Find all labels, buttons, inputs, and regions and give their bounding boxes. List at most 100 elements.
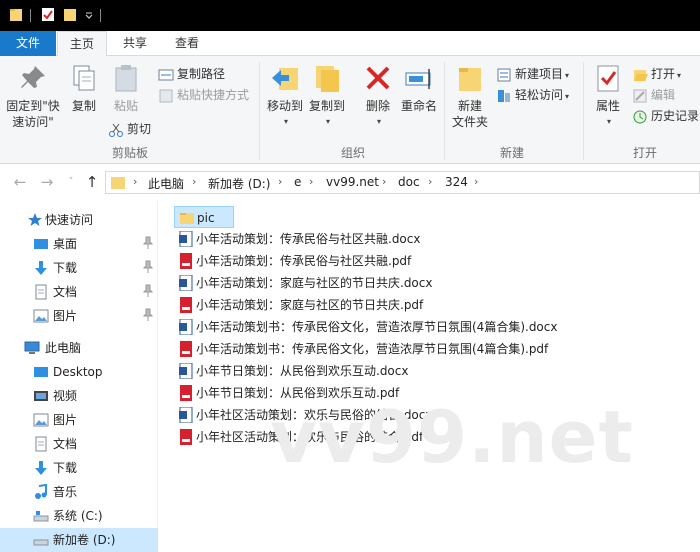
properties-button[interactable]: 属性 ▾ bbox=[588, 62, 628, 130]
back-arrow-icon[interactable]: ← bbox=[12, 174, 28, 190]
sidebar-item-drive-c[interactable]: 系统 (C:) bbox=[0, 504, 158, 528]
paste-shortcut-icon bbox=[159, 89, 173, 102]
sidebar-label: 下载 bbox=[53, 261, 78, 275]
sidebar-item-pc-downloads[interactable]: 下载 bbox=[0, 456, 158, 480]
file-name: 小年节日策划：从民俗到欢乐互动.pdf bbox=[196, 386, 400, 400]
list-item[interactable]: pic bbox=[174, 206, 234, 228]
file-name: 小年活动策划：传承民俗与社区共融.pdf bbox=[196, 254, 412, 268]
sidebar-item-downloads[interactable]: 下载 bbox=[0, 256, 158, 280]
pin-icon[interactable] bbox=[143, 236, 153, 250]
new-folder-button[interactable]: 新建 文件夹 bbox=[448, 62, 492, 130]
sidebar-label: 文档 bbox=[53, 285, 78, 299]
file-name: 小年活动策划：传承民俗与社区共融.docx bbox=[196, 232, 421, 246]
pin-icon[interactable] bbox=[143, 284, 153, 298]
breadcrumb-324[interactable]: 324 bbox=[445, 175, 468, 189]
breadcrumb-separator[interactable]: › bbox=[192, 175, 196, 188]
address-bar[interactable]: › 此电脑 › 新加卷 (D:) › e › vv99.net › doc › … bbox=[105, 171, 700, 194]
tab-view[interactable]: 查看 bbox=[162, 31, 212, 56]
history-button[interactable]: 历史记录 bbox=[632, 106, 699, 126]
paste-icon bbox=[115, 65, 137, 92]
open-button[interactable]: 打开 ▾ bbox=[632, 64, 681, 84]
file-name: pic bbox=[197, 211, 215, 225]
tab-file[interactable]: 文件 bbox=[0, 31, 56, 56]
sidebar-label: 快速访问 bbox=[45, 213, 94, 227]
edit-button[interactable]: 编辑 bbox=[632, 85, 675, 105]
sidebar-item-pc-desktop[interactable]: Desktop bbox=[0, 360, 158, 384]
breadcrumb-separator[interactable]: › bbox=[133, 175, 137, 188]
breadcrumb-separator[interactable]: › bbox=[382, 175, 386, 188]
sidebar-item-pc-pictures[interactable]: 图片 bbox=[0, 408, 158, 432]
breadcrumb-doc[interactable]: doc bbox=[398, 175, 420, 189]
breadcrumb-separator[interactable]: › bbox=[428, 175, 432, 188]
drive-icon bbox=[33, 539, 49, 546]
breadcrumb-drive-d[interactable]: 新加卷 (D:) bbox=[208, 175, 270, 192]
pin-icon[interactable] bbox=[143, 308, 153, 322]
sidebar-label: 下载 bbox=[53, 461, 78, 475]
move-to-button[interactable]: 移动到 ▾ bbox=[264, 62, 306, 130]
copy-path-button[interactable]: 复制路径 bbox=[158, 64, 225, 84]
edit-icon bbox=[633, 89, 647, 102]
copy-button[interactable]: 复制 bbox=[66, 62, 102, 114]
easy-access-button[interactable]: 轻松访问 ▾ bbox=[496, 85, 569, 105]
sidebar-item-documents[interactable]: 文档 bbox=[0, 280, 158, 304]
sidebar-item-music[interactable]: 音乐 bbox=[0, 480, 158, 504]
chevron-down-icon: ▾ bbox=[606, 117, 611, 126]
chevron-down-icon[interactable] bbox=[84, 7, 94, 22]
chevron-down-icon: ▾ bbox=[325, 117, 330, 126]
group-divider bbox=[259, 62, 260, 160]
folder-icon[interactable] bbox=[9, 7, 23, 22]
pin-label-line1: 固定到"快 bbox=[6, 99, 60, 113]
breadcrumb-separator[interactable]: › bbox=[278, 175, 282, 188]
pdf-icon bbox=[180, 429, 192, 445]
sidebar-item-this-pc[interactable]: 此电脑 bbox=[0, 336, 158, 360]
open-label: 打开 bbox=[651, 67, 676, 81]
group-divider bbox=[444, 62, 445, 160]
edit-label: 编辑 bbox=[651, 88, 676, 102]
properties-icon[interactable] bbox=[41, 7, 55, 22]
pin-icon bbox=[21, 66, 45, 88]
organize-group-label: 组织 bbox=[340, 146, 365, 160]
pin-quick-access-button[interactable]: 固定到"快 速访问" bbox=[5, 62, 61, 130]
sidebar-label: 新加卷 (D:) bbox=[53, 533, 116, 547]
rename-button[interactable]: 重命名 bbox=[398, 62, 440, 114]
new-item-button[interactable]: 新建项目 ▾ bbox=[496, 64, 569, 84]
delete-icon bbox=[366, 66, 390, 90]
sidebar-item-pc-documents[interactable]: 文档 bbox=[0, 432, 158, 456]
tab-home[interactable]: 主页 bbox=[57, 31, 107, 57]
file-name: 小年活动策划：家庭与社区的节日共庆.docx bbox=[196, 276, 433, 290]
sidebar-item-pictures[interactable]: 图片 bbox=[0, 304, 158, 328]
breadcrumb-separator[interactable]: › bbox=[474, 175, 478, 188]
computer-icon bbox=[24, 341, 40, 354]
sidebar-item-quick-access[interactable]: 快速访问 bbox=[0, 208, 158, 232]
picture-icon bbox=[33, 413, 49, 427]
word-document-icon bbox=[179, 275, 193, 291]
paste-shortcut-button[interactable]: 粘贴快捷方式 bbox=[158, 85, 249, 105]
delete-button[interactable]: 删除 ▾ bbox=[360, 62, 396, 130]
sidebar-label: 图片 bbox=[53, 413, 78, 427]
sidebar-item-videos[interactable]: 视频 bbox=[0, 384, 158, 408]
breadcrumb-vv99[interactable]: vv99.net bbox=[326, 175, 379, 189]
rename-label: 重命名 bbox=[400, 99, 437, 113]
tab-share[interactable]: 共享 bbox=[110, 31, 160, 56]
cut-label: 剪切 bbox=[127, 122, 152, 136]
paste-button[interactable]: 粘贴 bbox=[106, 62, 146, 114]
breadcrumb-this-pc[interactable]: 此电脑 bbox=[148, 175, 184, 192]
forward-arrow-icon[interactable]: → bbox=[39, 174, 55, 190]
easy-access-icon bbox=[498, 89, 510, 102]
new-folder-icon[interactable] bbox=[63, 7, 77, 22]
chevron-down-icon: ▾ bbox=[565, 71, 570, 80]
new-item-label: 新建项目 bbox=[515, 67, 564, 81]
recent-locations-icon[interactable]: ˅ bbox=[63, 174, 79, 190]
pin-icon[interactable] bbox=[143, 260, 153, 274]
ribbon-tabs: 文件 主页 共享 查看 bbox=[0, 31, 700, 57]
up-arrow-icon[interactable]: ↑ bbox=[84, 174, 100, 190]
breadcrumb-e[interactable]: e bbox=[294, 175, 301, 189]
sidebar-label: 此电脑 bbox=[45, 341, 82, 355]
word-document-icon bbox=[179, 363, 193, 379]
copy-to-button[interactable]: 复制到 ▾ bbox=[306, 62, 348, 130]
sidebar-item-drive-d[interactable]: 新加卷 (D:) bbox=[0, 528, 158, 552]
sidebar-item-desktop[interactable]: 桌面 bbox=[0, 232, 158, 256]
title-bar bbox=[0, 0, 700, 31]
cut-button[interactable]: 剪切 bbox=[108, 119, 151, 139]
breadcrumb-separator[interactable]: › bbox=[309, 175, 313, 188]
